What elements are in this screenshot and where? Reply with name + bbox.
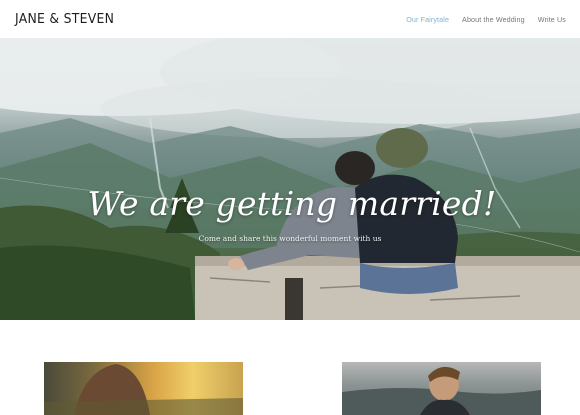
hero-photo — [0, 38, 580, 320]
story-card-image-right[interactable] — [342, 362, 541, 415]
man-portrait-photo — [342, 366, 541, 415]
site-logo[interactable]: JANE & STEVEN — [15, 11, 114, 27]
nav-link-our-fairytale[interactable]: Our Fairytale — [406, 15, 449, 24]
main-nav: Our Fairytale About the Wedding Write Us — [406, 15, 566, 24]
hero-banner: We are getting married! Come and share t… — [0, 38, 580, 320]
nav-link-about-the-wedding[interactable]: About the Wedding — [462, 15, 525, 24]
hero-subtitle: Come and share this wonderful moment wit… — [198, 234, 382, 243]
site-header: JANE & STEVEN Our Fairytale About the We… — [0, 0, 580, 38]
nav-link-write-us[interactable]: Write Us — [538, 15, 566, 24]
couple-sunset-photo — [44, 364, 243, 415]
hero-title: We are getting married! — [87, 184, 497, 223]
story-card-image-left[interactable] — [44, 362, 243, 415]
